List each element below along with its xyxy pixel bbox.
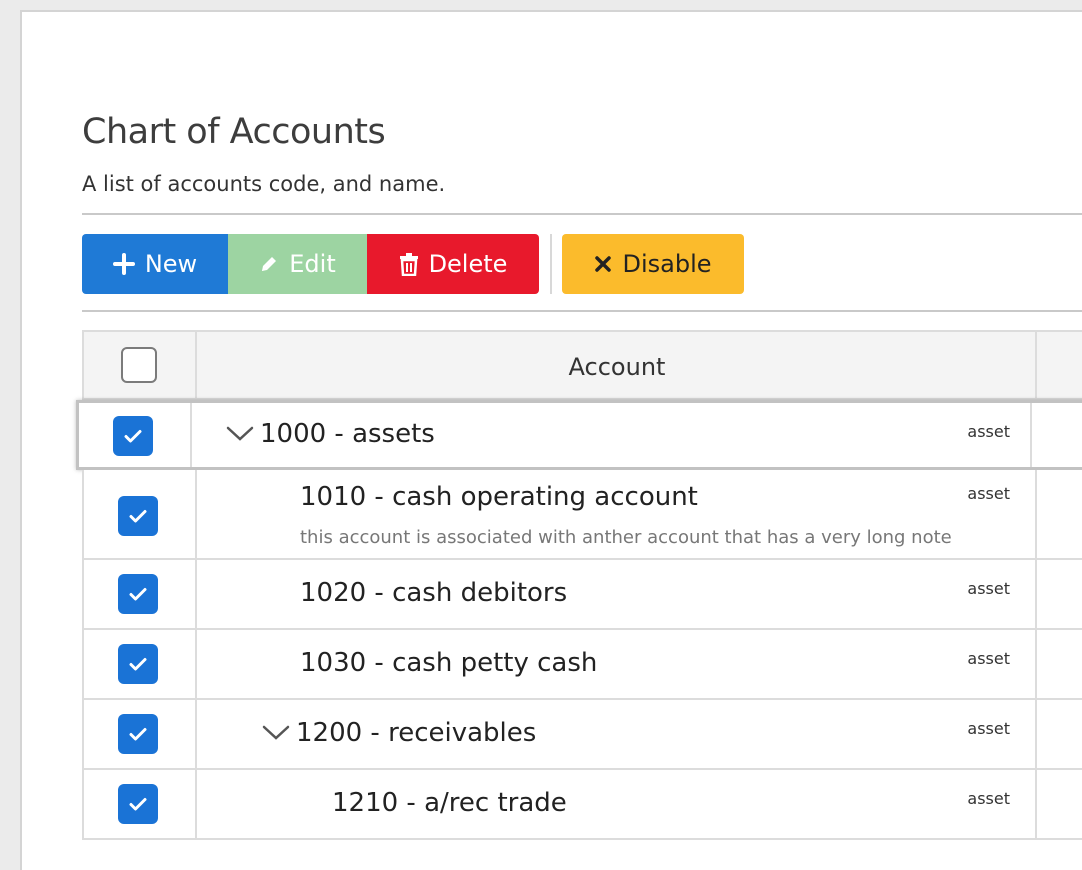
column-divider (1035, 630, 1037, 698)
row-checkbox[interactable] (118, 644, 158, 684)
column-divider (1030, 403, 1032, 467)
account-name: 1200 - receivables (262, 718, 536, 749)
account-name: 1000 - assets (226, 419, 435, 450)
account-note: this account is associated with anther a… (300, 527, 952, 548)
account-type: asset (967, 719, 1010, 738)
account-name: 1010 - cash operating account (300, 482, 698, 512)
delete-button-label: Delete (428, 250, 508, 278)
table-row[interactable]: 1020 - cash debitors asset (82, 560, 1082, 630)
checkmark-icon (129, 510, 147, 523)
account-type: asset (967, 484, 1010, 503)
accounts-table: Account 1000 - assets asset 1010 - cash … (76, 330, 1082, 840)
checkmark-icon (129, 588, 147, 601)
row-checkbox[interactable] (118, 496, 158, 536)
trash-icon (399, 252, 419, 276)
edit-button-label: Edit (289, 250, 336, 278)
account-type: asset (967, 649, 1010, 668)
row-checkbox[interactable] (118, 574, 158, 614)
account-name: 1020 - cash debitors (300, 578, 568, 608)
table-row[interactable]: 1210 - a/rec trade asset (82, 770, 1082, 840)
column-divider (195, 700, 197, 768)
column-divider (1035, 770, 1037, 838)
pencil-icon (259, 254, 279, 274)
column-divider (195, 470, 197, 558)
new-button[interactable]: New (82, 234, 228, 294)
divider-top (82, 213, 1082, 215)
account-type: asset (967, 789, 1010, 808)
column-divider (195, 630, 197, 698)
column-divider (195, 770, 197, 838)
row-checkbox[interactable] (118, 714, 158, 754)
account-name: 1210 - a/rec trade (332, 788, 567, 818)
x-icon (594, 255, 612, 273)
table-row[interactable]: 1030 - cash petty cash asset (82, 630, 1082, 700)
chevron-down-icon[interactable] (226, 420, 254, 450)
column-divider (1035, 470, 1037, 558)
column-divider (1035, 332, 1037, 398)
new-button-label: New (144, 250, 198, 278)
column-divider (195, 560, 197, 628)
column-divider (1035, 700, 1037, 768)
delete-button[interactable]: Delete (367, 234, 539, 294)
page-title: Chart of Accounts (82, 112, 386, 152)
page-subtitle: A list of accounts code, and name. (82, 172, 446, 196)
account-type: asset (967, 422, 1010, 441)
column-divider (1035, 560, 1037, 628)
checkmark-icon (129, 728, 147, 741)
edit-button[interactable]: Edit (228, 234, 367, 294)
chevron-down-icon[interactable] (262, 719, 290, 749)
disable-button-label: Disable (622, 250, 712, 278)
account-column-header: Account (568, 353, 666, 381)
table-row[interactable]: 1000 - assets asset (76, 400, 1082, 470)
account-type: asset (967, 579, 1010, 598)
account-name: 1030 - cash petty cash (300, 648, 598, 678)
row-checkbox[interactable] (118, 784, 158, 824)
table-row[interactable]: 1200 - receivables asset (82, 700, 1082, 770)
disable-button[interactable]: Disable (562, 234, 744, 294)
checkmark-icon (129, 658, 147, 671)
row-checkbox[interactable] (113, 416, 153, 456)
checkmark-icon (124, 430, 142, 443)
table-header: Account (82, 330, 1082, 400)
divider-bottom (82, 310, 1082, 312)
column-divider (190, 403, 192, 467)
select-all-checkbox[interactable] (121, 347, 157, 383)
plus-icon (112, 253, 135, 275)
table-row[interactable]: 1010 - cash operating account this accou… (82, 470, 1082, 560)
toolbar: New Edit Delete Disable (82, 234, 744, 294)
toolbar-separator (550, 234, 552, 294)
checkmark-icon (129, 798, 147, 811)
